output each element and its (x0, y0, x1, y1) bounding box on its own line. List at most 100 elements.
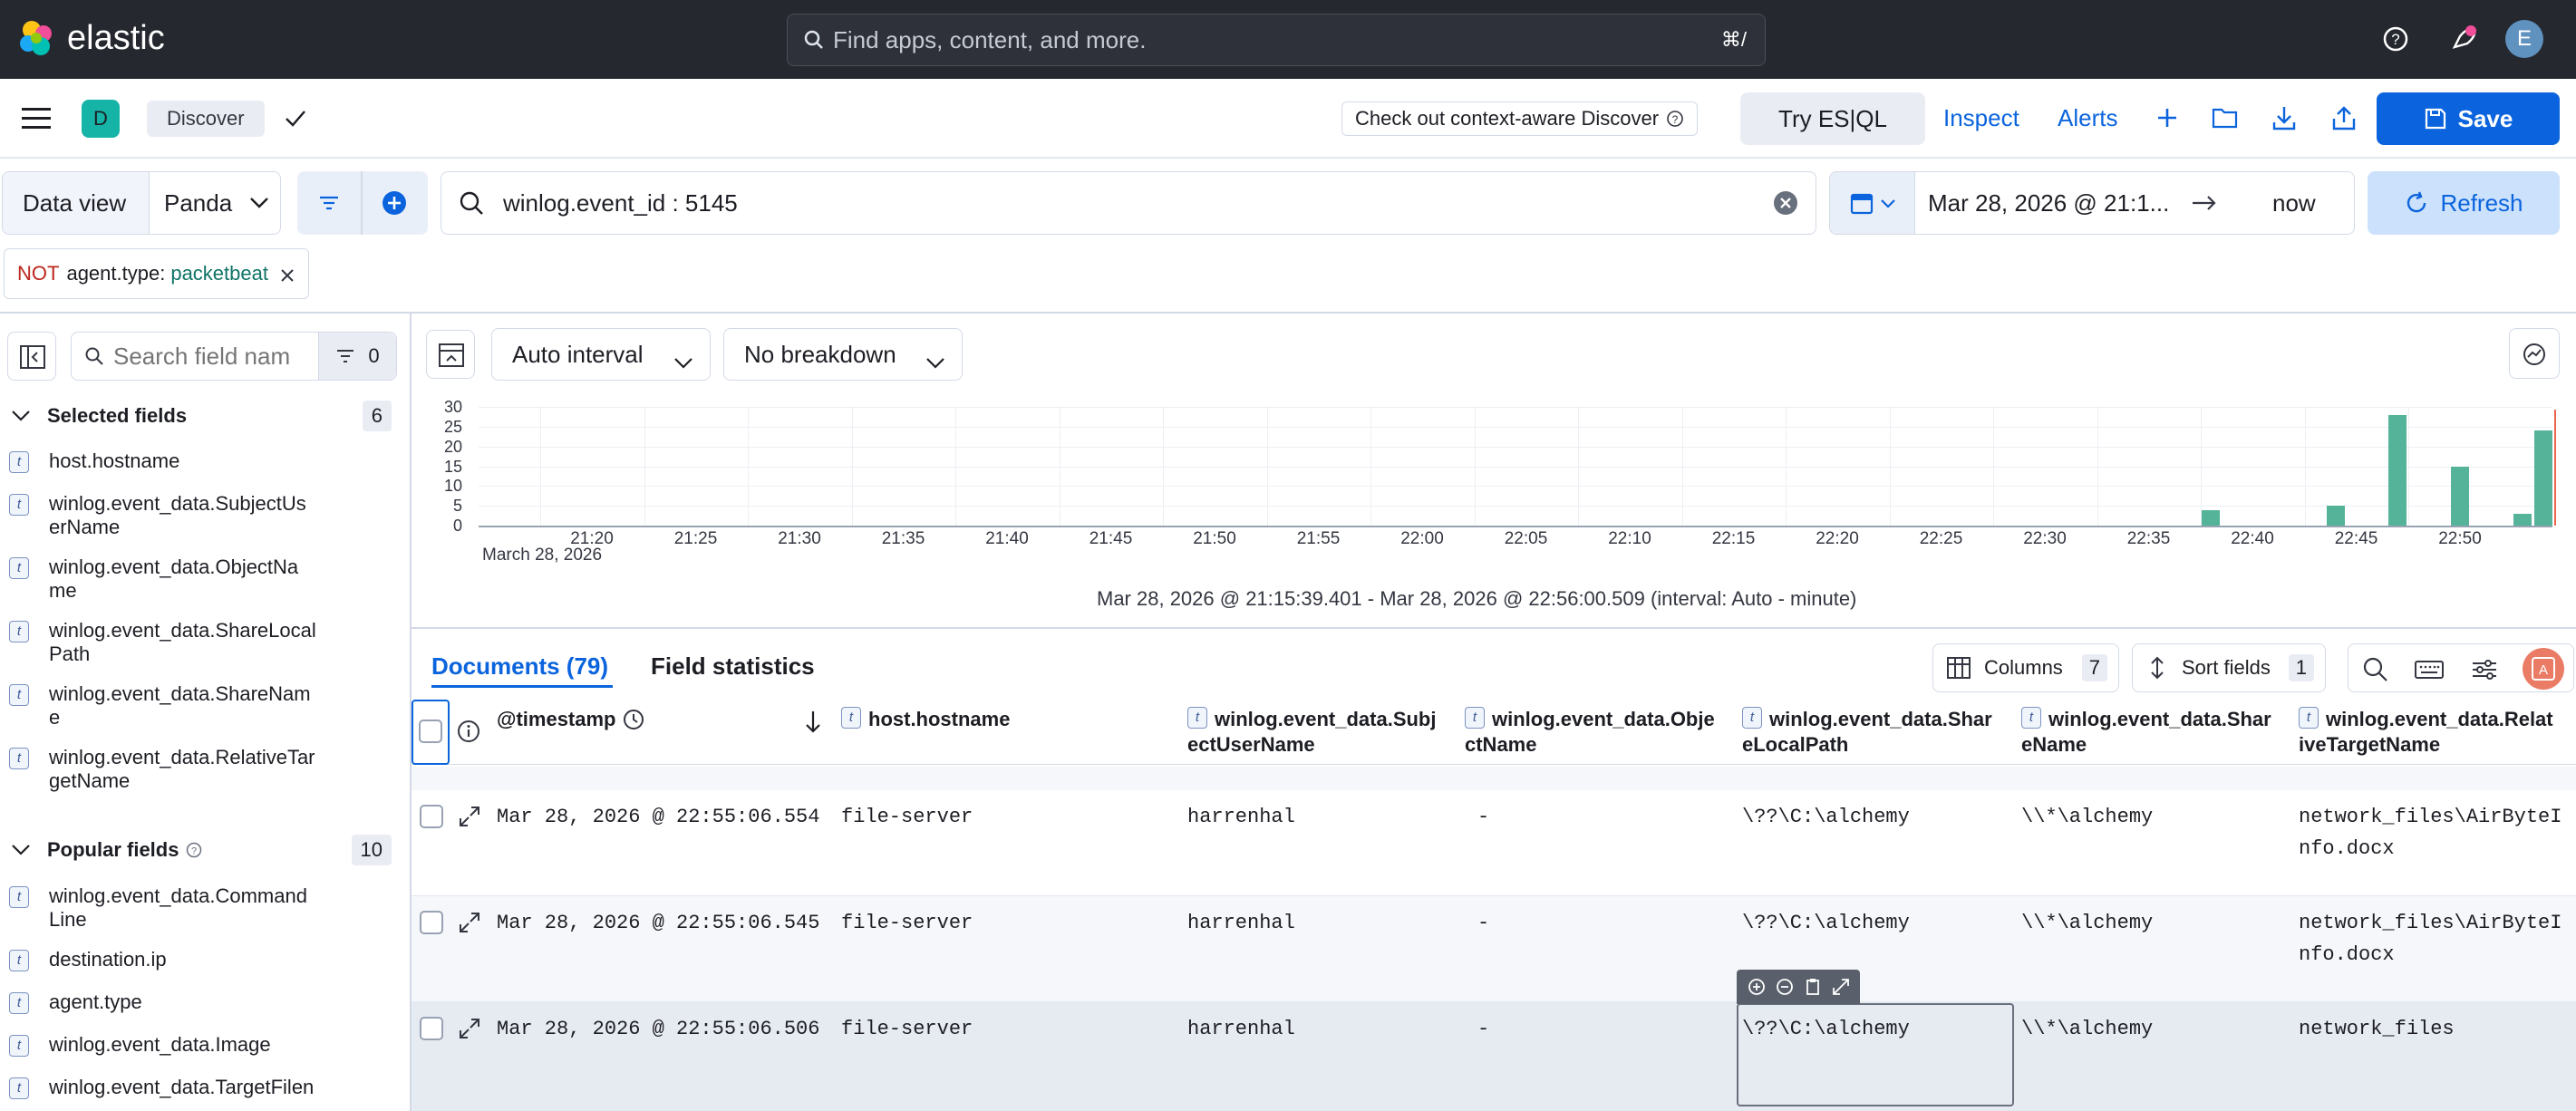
help-icon[interactable]: ? (2382, 25, 2409, 53)
table-cell[interactable]: network_files (2299, 1013, 2455, 1045)
selected-field-item[interactable]: t winlog.event_data.ShareNam e (9, 682, 390, 729)
table-cell[interactable]: harrenhal (1187, 801, 1295, 833)
field-search[interactable]: 0 (71, 332, 397, 381)
toggle-chart-button[interactable] (426, 330, 475, 379)
table-cell[interactable]: file-server (841, 1013, 973, 1045)
table-cell[interactable]: - (1477, 801, 1489, 833)
selected-field-item[interactable]: t winlog.event_data.RelativeTar getName (9, 746, 390, 793)
field-filter-button[interactable]: 0 (318, 333, 396, 380)
filter-pill[interactable]: NOT agent.type: packetbeat (4, 248, 309, 299)
expand-row-icon[interactable] (458, 805, 481, 828)
filter-in-icon[interactable] (1747, 977, 1767, 997)
focused-cell[interactable] (1737, 1003, 2014, 1106)
column-header-objectname[interactable]: t winlog.event_data.Obje ctName (1465, 707, 1715, 758)
alerts-link[interactable]: Alerts (2058, 104, 2117, 132)
news-rocket-icon[interactable] (2447, 24, 2478, 54)
table-cell[interactable]: file-server (841, 907, 973, 939)
table-cell[interactable]: file-server (841, 801, 973, 833)
column-header-hostname[interactable]: t host.hostname (841, 707, 1010, 732)
columns-button[interactable]: Columns 7 (1932, 643, 2119, 692)
histogram-bar[interactable] (2202, 509, 2221, 526)
field-search-input[interactable] (113, 342, 291, 371)
popular-field-item[interactable]: t agent.type (9, 990, 390, 1014)
selected-field-item[interactable]: t winlog.event_data.SubjectUs erName (9, 492, 390, 539)
filter-out-icon[interactable] (1775, 977, 1795, 997)
chart-options-button[interactable] (2509, 328, 2560, 379)
row-checkbox[interactable] (420, 805, 443, 828)
table-cell[interactable]: \??\C:\alchemy (1742, 907, 1910, 939)
column-header-sharelocalpath[interactable]: t winlog.event_data.Shar eLocalPath (1742, 707, 1992, 758)
clear-input-icon[interactable] (1772, 189, 1799, 217)
popular-field-item[interactable]: t winlog.event_data.TargetFilen (9, 1076, 390, 1099)
tab-field-statistics[interactable]: Field statistics (651, 652, 815, 681)
refresh-button[interactable]: Refresh (2368, 171, 2560, 235)
translate-icon[interactable]: A (2523, 648, 2564, 690)
table-cell[interactable]: \\*\alchemy (2021, 801, 2153, 833)
close-icon[interactable] (279, 266, 295, 282)
inspect-link[interactable]: Inspect (1943, 104, 2019, 132)
display-settings-icon[interactable] (2470, 657, 2499, 682)
selected-field-item[interactable]: t winlog.event_data.ShareLocal Path (9, 619, 390, 666)
table-cell[interactable]: - (1477, 1013, 1489, 1045)
tab-documents[interactable]: Documents (79) (431, 652, 608, 681)
share-icon[interactable] (2331, 104, 2357, 131)
popular-fields-header[interactable]: Popular fields ? 10 (11, 835, 392, 865)
column-header-timestamp[interactable]: @timestamp (497, 707, 644, 732)
table-cell[interactable]: harrenhal (1187, 1013, 1295, 1045)
expand-row-icon[interactable] (458, 1017, 481, 1040)
column-header-subjectusername[interactable]: t winlog.event_data.Subj ectUserName (1187, 707, 1436, 758)
save-button[interactable]: Save (2377, 92, 2560, 145)
breadcrumb-discover[interactable]: Discover (147, 101, 265, 137)
row-checkbox[interactable] (420, 1017, 443, 1040)
sort-fields-button[interactable]: Sort fields 1 (2132, 643, 2326, 692)
table-cell[interactable]: Mar 28, 2026 @ 22:55:06.554 (497, 801, 819, 833)
table-cell[interactable]: \\*\alchemy (2021, 1013, 2153, 1045)
query-input[interactable]: winlog.event_id : 5145 (441, 171, 1816, 235)
selected-field-item[interactable]: t host.hostname (9, 449, 390, 473)
keyboard-icon[interactable] (2414, 657, 2445, 682)
expand-icon[interactable] (1831, 977, 1851, 997)
select-all-checkbox[interactable] (419, 720, 442, 743)
row-checkbox[interactable] (420, 911, 443, 934)
histogram-bar[interactable] (2388, 414, 2407, 526)
column-header-sharename[interactable]: t winlog.event_data.Shar eName (2021, 707, 2271, 758)
add-filter-icon[interactable] (381, 189, 408, 217)
table-cell[interactable]: network_files\AirByteI nfo.docx (2299, 801, 2561, 865)
table-cell[interactable]: - (1477, 907, 1489, 939)
table-cell[interactable]: harrenhal (1187, 907, 1295, 939)
popular-field-item[interactable]: t winlog.event_data.Command Line (9, 884, 390, 932)
elastic-logo-icon[interactable] (16, 18, 56, 58)
download-icon[interactable] (2271, 104, 2297, 131)
popular-field-item[interactable]: t winlog.event_data.Image (9, 1033, 390, 1057)
try-esql-button[interactable]: Try ES|QL (1740, 92, 1925, 145)
breakdown-select[interactable]: No breakdown (723, 328, 963, 381)
sort-descending-icon[interactable] (803, 709, 823, 734)
selected-field-item[interactable]: t winlog.event_data.ObjectNa me (9, 556, 390, 603)
collapse-sidebar-button[interactable] (7, 332, 56, 381)
expand-row-icon[interactable] (458, 911, 481, 934)
table-cell[interactable]: network_files\AirByteI nfo.docx (2299, 907, 2561, 971)
histogram-bar[interactable] (2326, 506, 2345, 526)
search-icon[interactable] (2361, 655, 2390, 684)
table-cell[interactable]: \\*\alchemy (2021, 907, 2153, 939)
histogram-bar[interactable] (2513, 513, 2532, 526)
info-icon[interactable] (457, 720, 480, 743)
interval-select[interactable]: Auto interval (491, 328, 711, 381)
column-header-relativetargetname[interactable]: t winlog.event_data.Relat iveTargetName (2299, 707, 2553, 758)
data-view-picker[interactable]: Data view Panda (2, 171, 281, 235)
date-end[interactable]: now (2272, 189, 2316, 217)
menu-hamburger-icon[interactable] (22, 107, 53, 130)
popular-field-item[interactable]: t destination.ip (9, 948, 390, 971)
plus-icon[interactable] (2155, 106, 2179, 130)
histogram-bar[interactable] (2451, 466, 2469, 526)
context-aware-notice[interactable]: Check out context-aware Discover ? (1341, 101, 1699, 136)
copy-icon[interactable] (1803, 977, 1823, 997)
global-search[interactable]: Find apps, content, and more. ⌘/ (787, 14, 1766, 66)
date-start[interactable]: Mar 28, 2026 @ 21:1... (1928, 189, 2191, 217)
date-picker[interactable]: Mar 28, 2026 @ 21:1... now (1829, 171, 2355, 235)
histogram-bar[interactable] (2533, 430, 2552, 526)
table-cell[interactable]: \??\C:\alchemy (1742, 801, 1910, 833)
space-badge[interactable]: D (82, 100, 120, 138)
table-cell[interactable]: Mar 28, 2026 @ 22:55:06.545 (497, 907, 819, 939)
select-all-cell[interactable] (412, 700, 450, 765)
